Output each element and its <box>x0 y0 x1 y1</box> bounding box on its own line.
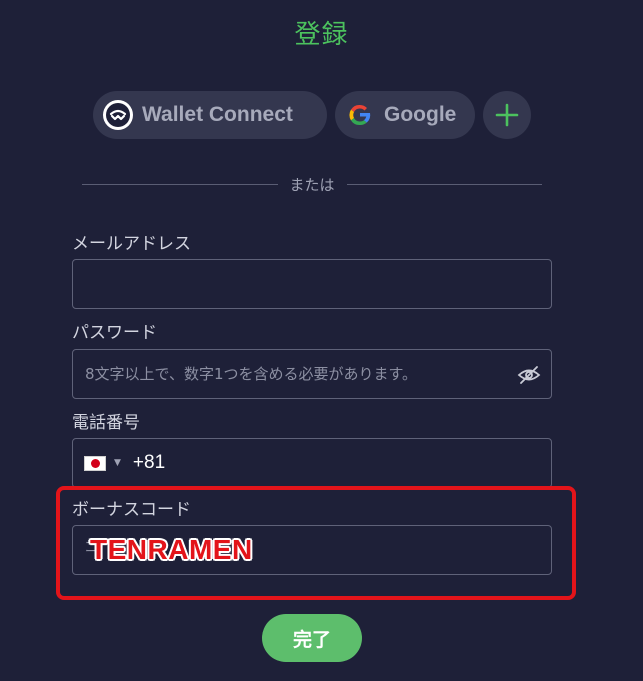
chevron-down-icon[interactable]: ▼ <box>114 458 121 468</box>
google-icon <box>345 100 375 130</box>
or-divider-text: または <box>289 176 335 194</box>
google-button[interactable]: Google <box>335 91 475 139</box>
walletconnect-label: Wallet Connect <box>142 103 293 126</box>
page-title: 登録 <box>294 20 349 50</box>
or-divider: または <box>82 174 543 195</box>
more-options-button[interactable] <box>483 91 531 139</box>
walletconnect-button[interactable]: Wallet Connect <box>93 91 327 139</box>
password-label: パスワード <box>72 323 157 343</box>
country-code: +81 <box>132 452 166 473</box>
eye-off-icon[interactable] <box>517 363 541 387</box>
social-login-row: Wallet Connect Google <box>93 91 531 139</box>
phone-label: 電話番号 <box>72 413 140 433</box>
email-label: メールアドレス <box>72 234 191 254</box>
japan-flag-icon[interactable] <box>84 455 106 471</box>
walletconnect-icon <box>103 100 133 130</box>
email-field-wrapper <box>72 259 552 309</box>
plus-icon <box>495 103 519 127</box>
password-field-wrapper <box>72 349 552 399</box>
google-label: Google <box>384 103 457 126</box>
email-field[interactable] <box>73 260 551 308</box>
password-field[interactable] <box>73 350 551 398</box>
submit-button[interactable]: 完了 <box>262 614 362 662</box>
phone-field[interactable]: ▼ +81 <box>72 438 552 488</box>
highlight-box <box>56 486 576 600</box>
